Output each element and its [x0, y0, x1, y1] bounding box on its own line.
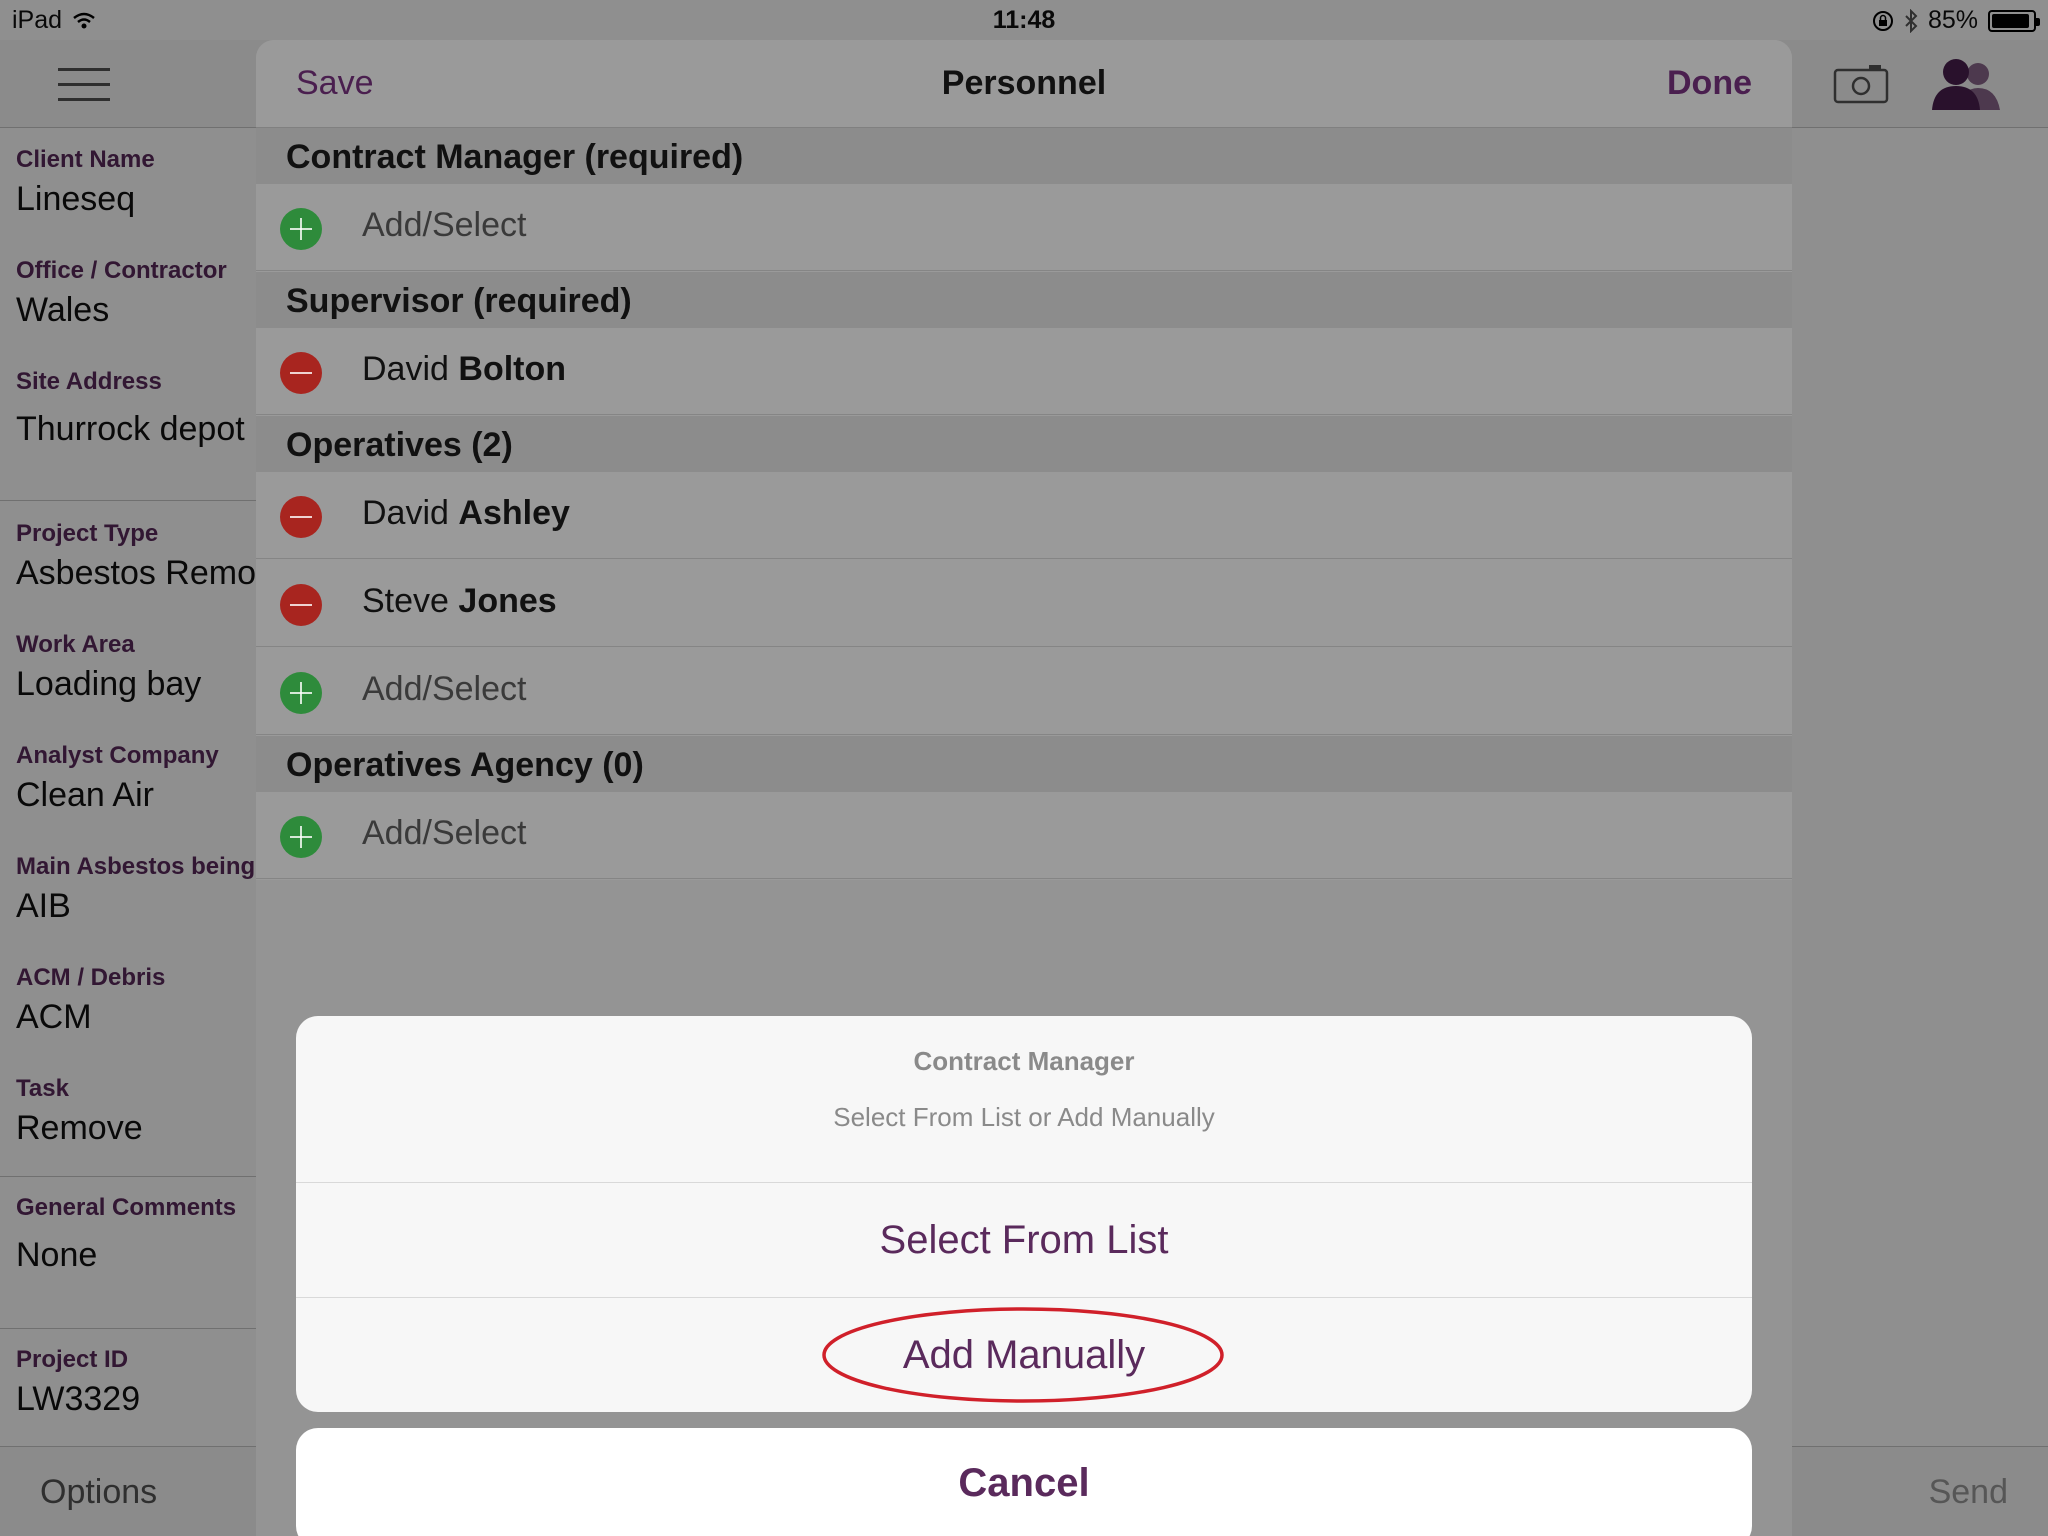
- add-icon[interactable]: [280, 208, 322, 250]
- action-sheet-message: Select From List or Add Manually: [833, 1102, 1215, 1132]
- select-from-list-button[interactable]: Select From List: [296, 1183, 1752, 1297]
- modal-title: Personnel: [941, 64, 1107, 102]
- operative-row[interactable]: David Ashley: [256, 472, 1792, 559]
- supervisor-row[interactable]: David Bolton: [256, 328, 1792, 415]
- section-header-contract-manager: Contract Manager (required): [256, 128, 1792, 184]
- operatives-add-row[interactable]: Add/Select: [256, 648, 1792, 735]
- action-sheet: Contract Manager Select From List or Add…: [296, 1016, 1752, 1412]
- add-icon[interactable]: [280, 672, 322, 714]
- person-name: David Ashley: [362, 494, 570, 532]
- remove-icon[interactable]: [280, 584, 322, 626]
- action-sheet-title: Contract Manager: [913, 1046, 1135, 1076]
- person-name: David Bolton: [362, 350, 567, 388]
- section-header-operatives-agency: Operatives Agency (0): [256, 736, 1792, 792]
- section-header-supervisor: Supervisor (required): [256, 272, 1792, 328]
- add-manually-button[interactable]: Add Manually: [296, 1298, 1752, 1412]
- modal-nav-bar: Save Personnel Done: [256, 40, 1792, 128]
- done-button[interactable]: Done: [1667, 64, 1752, 103]
- remove-icon[interactable]: [280, 496, 322, 538]
- cancel-button[interactable]: Cancel: [296, 1428, 1752, 1536]
- person-name: Steve Jones: [362, 582, 557, 620]
- section-header-operatives: Operatives (2): [256, 416, 1792, 472]
- agency-add-row[interactable]: Add/Select: [256, 792, 1792, 879]
- add-icon[interactable]: [280, 816, 322, 858]
- remove-icon[interactable]: [280, 352, 322, 394]
- operative-row[interactable]: Steve Jones: [256, 560, 1792, 647]
- contract-manager-add-row[interactable]: Add/Select: [256, 184, 1792, 271]
